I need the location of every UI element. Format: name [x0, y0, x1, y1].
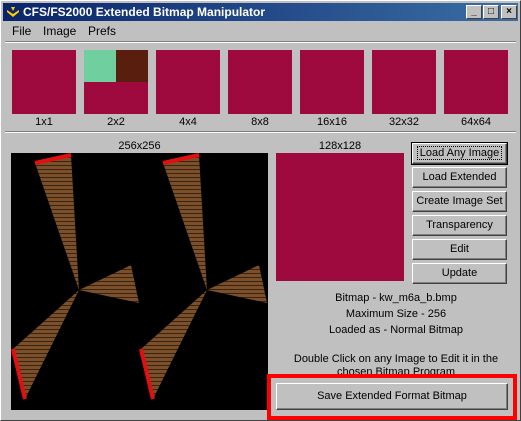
menu-bar: File Image Prefs: [3, 22, 518, 40]
load-extended-button[interactable]: Load Extended: [412, 167, 507, 188]
minimize-button[interactable]: _: [466, 5, 482, 19]
thumbnail-16x16[interactable]: [300, 50, 364, 114]
menu-image[interactable]: Image: [43, 24, 76, 38]
propeller-texture-image: [11, 153, 267, 400]
thumbnail-label: 64x64: [461, 116, 491, 128]
title-bar: CFS/FS2000 Extended Bitmap Manipulator _…: [3, 3, 518, 21]
thumbnail-label: 1x1: [35, 116, 53, 128]
load-any-image-label: Load Any Image: [416, 146, 503, 160]
transparency-button[interactable]: Transparency: [412, 215, 507, 236]
thumbnail-2x2-teal-quadrant: [84, 50, 116, 82]
loaded-as: Loaded as - Normal Bitmap: [329, 324, 463, 336]
load-any-image-button[interactable]: Load Any Image: [411, 142, 508, 165]
maximum-size: Maximum Size - 256: [345, 308, 447, 320]
medium-preview-image[interactable]: [276, 153, 404, 281]
thumbnail-2x2-brown-quadrant: [116, 50, 148, 82]
thumbnail-32x32[interactable]: [372, 50, 436, 114]
thumbnail-4x4[interactable]: [156, 50, 220, 114]
bitmap-name: Bitmap - kw_m6a_b.bmp: [335, 292, 457, 304]
thumbnail-label: 8x8: [251, 116, 269, 128]
thumbnail-1x1[interactable]: [12, 50, 76, 114]
create-image-set-button[interactable]: Create Image Set: [412, 191, 507, 212]
close-button[interactable]: ×: [501, 5, 517, 19]
main-window: CFS/FS2000 Extended Bitmap Manipulator _…: [0, 0, 521, 421]
thumbnail-2x2[interactable]: [84, 50, 148, 114]
thumbnail-8x8[interactable]: [228, 50, 292, 114]
maximize-button[interactable]: □: [483, 5, 499, 19]
thumbnail-label: 4x4: [179, 116, 197, 128]
thumbnail-label: 2x2: [107, 116, 125, 128]
menu-file[interactable]: File: [12, 24, 31, 38]
thumbnail-64x64[interactable]: [444, 50, 508, 114]
edit-button[interactable]: Edit: [412, 239, 507, 260]
app-icon: [7, 7, 19, 17]
thumbnail-label: 16x16: [317, 116, 347, 128]
large-preview-image[interactable]: [11, 153, 268, 410]
update-button[interactable]: Update: [412, 263, 507, 284]
section-divider: [5, 131, 516, 133]
thumbnail-label: 32x32: [389, 116, 419, 128]
large-preview-label: 256x256: [118, 140, 161, 152]
menu-prefs[interactable]: Prefs: [88, 24, 116, 38]
save-extended-format-bitmap-button[interactable]: Save Extended Format Bitmap: [276, 383, 508, 410]
medium-preview-label: 128x128: [318, 140, 362, 152]
window-title: CFS/FS2000 Extended Bitmap Manipulator: [23, 5, 266, 19]
menu-divider: [5, 41, 516, 43]
